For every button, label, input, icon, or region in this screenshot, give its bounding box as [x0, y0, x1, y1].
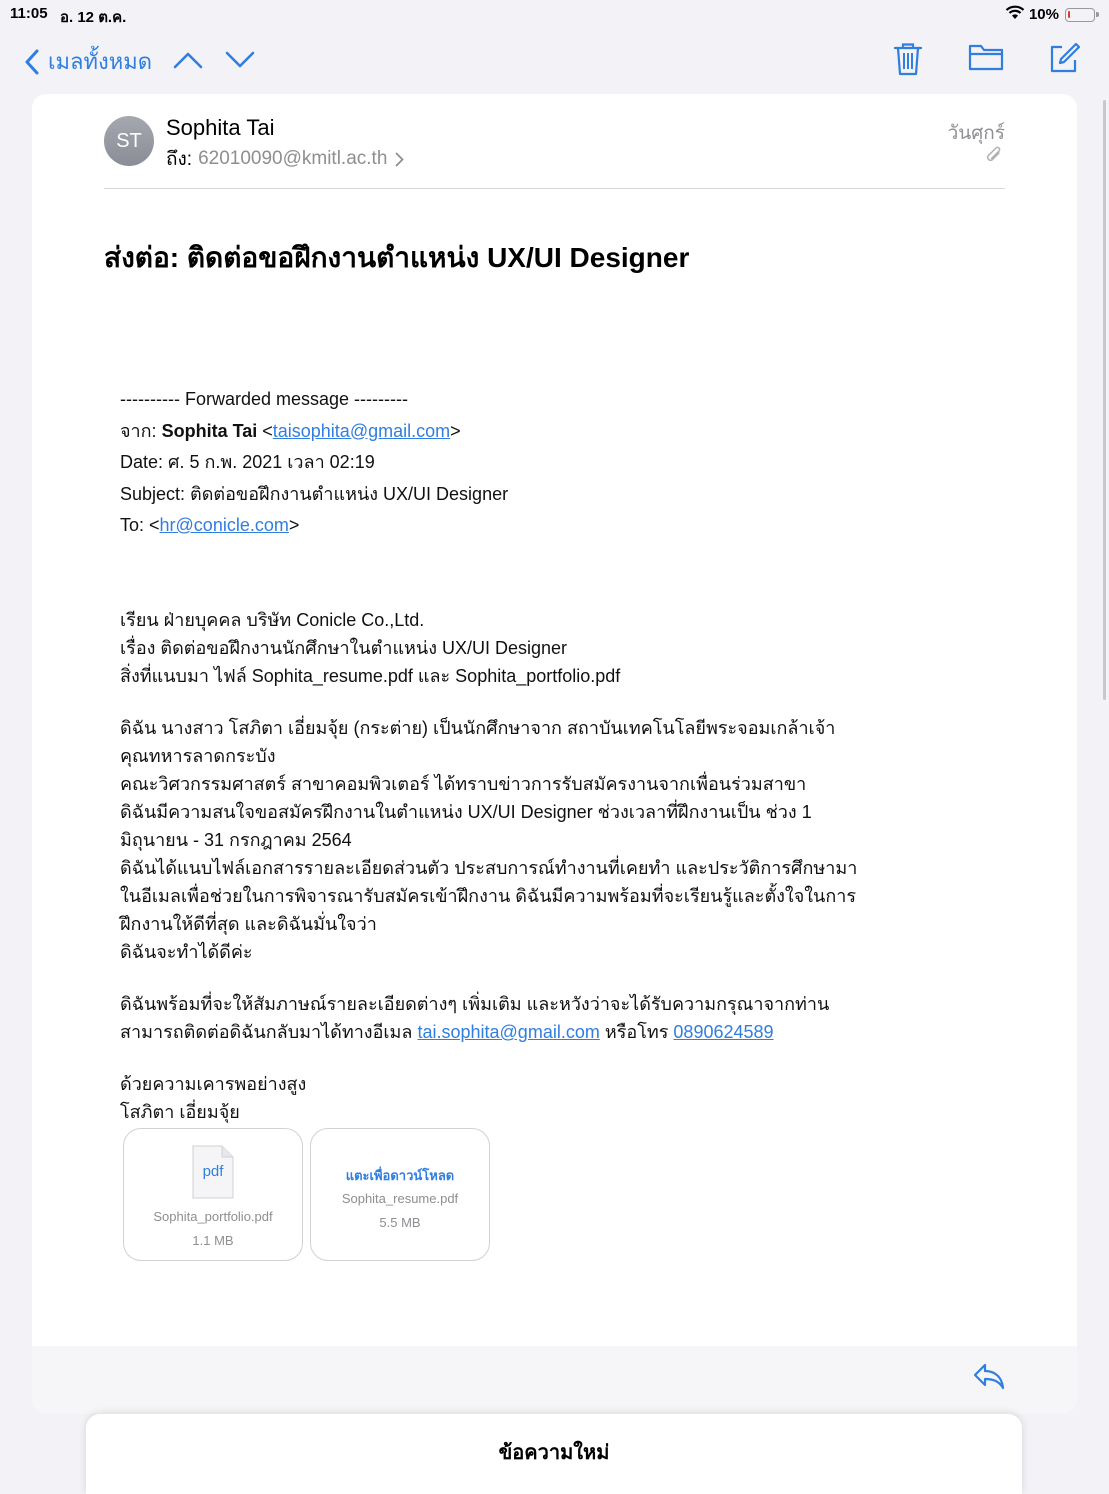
status-date: อ. 12 ต.ค. [60, 9, 127, 26]
letter-line: คุณทหารลาดกระบัง [120, 746, 276, 766]
pdf-icon-label: pdf [202, 1163, 224, 1180]
forwarded-header: ---------- Forwarded message --------- จ… [120, 384, 508, 542]
message-footer [32, 1346, 1077, 1414]
contact-phone-link[interactable]: 0890624589 [673, 1022, 773, 1042]
letter-line: เรียน ฝ่ายบุคคล บริษัท Conicle Co.,Ltd. [120, 610, 425, 630]
forwarded-date: Date: ศ. 5 ก.พ. 2021 เวลา 02:19 [120, 452, 375, 472]
forwarded-from-email-link[interactable]: taisophita@gmail.com [273, 421, 450, 441]
next-message-button[interactable] [224, 50, 256, 75]
battery-percent: 10% [1028, 6, 1059, 23]
trash-button[interactable] [893, 42, 923, 81]
email-message-card: ST Sophita Tai ถึง: 62010090@kmitl.ac.th… [32, 94, 1077, 1414]
chevron-left-icon [25, 49, 39, 74]
attachment-portfolio[interactable]: pdf Sophita_portfolio.pdf 1.1 MB [123, 1128, 303, 1261]
new-message-draft-bar[interactable]: ข้อความใหม่ [86, 1414, 1022, 1494]
letter-line: มิถุนายน - 31 กรกฎาคม 2564 [120, 830, 352, 850]
forwarded-to-label: To: [120, 515, 145, 535]
contact-phone-label: หรือโทร [604, 1022, 669, 1042]
chevron-up-icon [173, 52, 203, 69]
previous-message-button[interactable] [172, 50, 204, 75]
letter-header-block: เรียน ฝ่ายบุคคล บริษัท Conicle Co.,Ltd. … [120, 606, 620, 690]
contact-email-link[interactable]: tai.sophita@gmail.com [417, 1022, 599, 1042]
attachment-size: 1.1 MB [192, 1233, 234, 1248]
status-bar: 11:05 อ. 12 ต.ค. 10% [0, 0, 1109, 28]
recipient-line[interactable]: ถึง: 62010090@kmitl.ac.th [166, 144, 405, 174]
forwarded-subject: Subject: ติดต่อขอฝึกงานตำแหน่ง UX/UI Des… [120, 483, 509, 504]
header-divider [104, 188, 1005, 189]
recipient-address: 62010090@kmitl.ac.th [198, 148, 388, 169]
folder-icon [968, 44, 1004, 71]
letter-line: ดิฉัน นางสาว โสภิตา เอี่ยมจุ้ย (กระต่าย)… [120, 718, 836, 738]
attachment-resume[interactable]: แตะเพื่อดาวน์โหลด Sophita_resume.pdf 5.5… [310, 1128, 490, 1261]
letter-line: ดิฉันพร้อมที่จะให้สัมภาษณ์รายละเอียดต่าง… [120, 994, 830, 1014]
forwarded-from-name: Sophita Tai [161, 420, 258, 441]
back-button-label: เมลทั้งหมด [48, 49, 153, 74]
attachment-size: 5.5 MB [379, 1215, 421, 1230]
letter-line: ดิฉันจะทำได้ดีค่ะ [120, 942, 253, 962]
letter-line: ดิฉันมีความสนใจขอสมัครฝึกงานในตำแหน่ง UX… [120, 802, 812, 822]
wifi-icon [1005, 5, 1025, 24]
mail-toolbar: เมลทั้งหมด [0, 36, 1109, 86]
avatar[interactable]: ST [104, 116, 154, 166]
letter-paragraph: ดิฉัน นางสาว โสภิตา เอี่ยมจุ้ย (กระต่าย)… [120, 714, 857, 966]
forwarded-to-email-link[interactable]: hr@conicle.com [160, 515, 289, 535]
contact-prefix: สามารถติดต่อดิฉันกลับมาได้ทางอีเมล [120, 1022, 413, 1042]
forwarded-separator: ---------- Forwarded message --------- [120, 389, 408, 409]
letter-line: คณะวิศวกรรมศาสตร์ สาขาคอมพิวเตอร์ ได้ทรา… [120, 774, 807, 794]
scrollbar[interactable] [1103, 100, 1106, 700]
contact-paragraph: ดิฉันพร้อมที่จะให้สัมภาษณ์รายละเอียดต่าง… [120, 990, 829, 1046]
reply-button[interactable] [973, 1362, 1005, 1395]
forwarded-from-label: จาก: [120, 420, 157, 441]
letter-line: เรื่อง ติดต่อขอฝึกงานนักศึกษาในตำแหน่ง U… [120, 638, 568, 658]
battery-level-fill [1068, 10, 1070, 18]
status-time: 11:05 [10, 5, 48, 22]
chevron-right-icon [396, 152, 405, 166]
letter-line: ฝึกงานให้ดีที่สุด และดิฉันมั่นใจว่า [120, 914, 377, 934]
forwarded-to: To: <hr@conicle.com> [120, 515, 300, 535]
signature-line: โสภิตา เอี่ยมจุ้ย [120, 1102, 240, 1122]
message-date: วันศุกร์ [947, 123, 1005, 144]
chevron-down-icon [225, 51, 255, 68]
forwarded-from: จาก: Sophita Tai <taisophita@gmail.com> [120, 420, 461, 441]
to-label: ถึง: [166, 149, 193, 170]
sender-name[interactable]: Sophita Tai [166, 115, 274, 141]
battery-icon [1065, 7, 1099, 22]
closing-line: ด้วยความเคารพอย่างสูง [120, 1074, 307, 1094]
letter-closing: ด้วยความเคารพอย่างสูง โสภิตา เอี่ยมจุ้ย [120, 1070, 306, 1126]
tap-to-download-label: แตะเพื่อดาวน์โหลด [345, 1168, 455, 1183]
email-subject: ส่งต่อ: ติดต่อขอฝึกงานตำแหน่ง UX/UI Desi… [104, 242, 690, 273]
status-indicators: 10% [1005, 5, 1099, 24]
compose-button[interactable] [1048, 42, 1081, 79]
letter-line: สิ่งที่แนบมา ไฟล์ Sophita_resume.pdf และ… [120, 666, 621, 686]
letter-line: สามารถติดต่อดิฉันกลับมาได้ทางอีเมล tai.s… [120, 1018, 829, 1046]
back-to-all-mail-button[interactable]: เมลทั้งหมด [24, 44, 152, 79]
letter-line: ในอีเมลเพื่อช่วยในการพิจารณารับสมัครเข้า… [120, 886, 857, 906]
attachment-name: Sophita_resume.pdf [341, 1191, 459, 1206]
trash-icon [893, 43, 923, 76]
reply-icon [973, 1363, 1005, 1390]
compose-icon [1050, 42, 1081, 73]
paperclip-icon [986, 146, 1001, 162]
letter-line: ดิฉันได้แนบไฟล์เอกสารรายละเอียดส่วนตัว ป… [120, 858, 858, 878]
attachment-name: Sophita_portfolio.pdf [153, 1209, 273, 1224]
move-to-folder-button[interactable] [968, 42, 1004, 77]
